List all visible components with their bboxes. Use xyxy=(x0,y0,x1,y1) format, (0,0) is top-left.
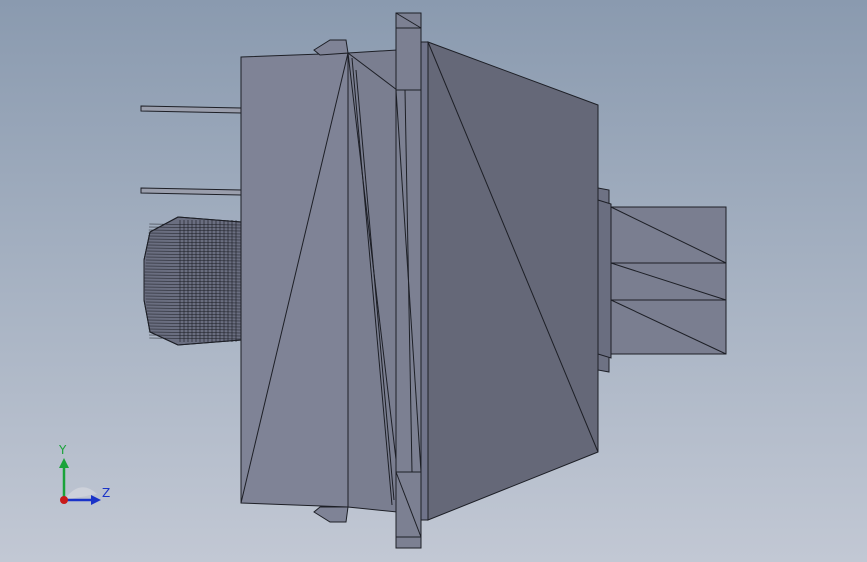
transition-ring xyxy=(420,41,429,521)
shaft-collar xyxy=(597,187,612,373)
coordinate-triad-icon: Y Z xyxy=(58,443,110,505)
triad-y-label: Y xyxy=(58,443,67,457)
terminal-pins xyxy=(140,105,242,196)
output-shaft xyxy=(610,206,727,355)
upper-pin xyxy=(140,105,242,114)
cad-model-view[interactable]: Y Z xyxy=(0,0,867,562)
mounting-flange xyxy=(395,12,422,549)
threaded-stub xyxy=(143,216,242,346)
triad-z-label: Z xyxy=(102,486,110,500)
main-body xyxy=(240,49,398,513)
conical-housing xyxy=(427,41,599,521)
lower-pin xyxy=(140,187,242,196)
triad-x-axis xyxy=(60,496,68,504)
graphics-viewport[interactable]: Y Z xyxy=(0,0,867,562)
